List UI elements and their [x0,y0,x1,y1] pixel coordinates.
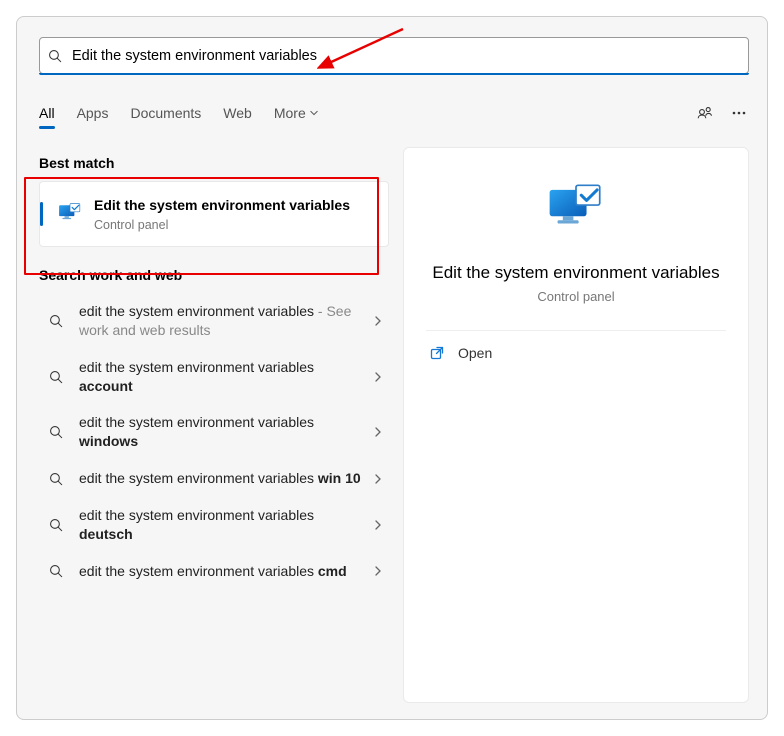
filter-tab-more[interactable]: More [274,99,318,127]
chevron-right-icon [373,474,383,484]
filter-tab-apps[interactable]: Apps [77,99,109,127]
search-icon [49,564,63,578]
chevron-right-icon [373,520,383,530]
search-icon [49,425,63,439]
detail-action-open[interactable]: Open [404,331,748,375]
search-icon [49,370,63,384]
search-bar[interactable] [39,37,749,74]
filter-tab-all[interactable]: All [39,99,55,127]
suggestion-item[interactable]: edit the system environment variables wi… [39,460,389,497]
open-external-icon [430,346,444,360]
search-icon [49,314,63,328]
detail-action-open-label: Open [458,345,492,361]
best-match-heading: Best match [39,155,389,171]
results-list: Best match Edit the system environment v… [39,145,389,590]
best-match-subtitle: Control panel [94,218,350,232]
detail-pane: Edit the system environment variables Co… [403,147,749,703]
more-options-icon[interactable] [731,105,747,121]
suggestion-text: edit the system environment variables wi… [79,469,365,488]
chevron-right-icon [373,566,383,576]
suggestion-item[interactable]: edit the system environment variables wi… [39,404,389,460]
chevron-right-icon [373,372,383,382]
control-panel-monitor-icon-large [547,182,605,240]
filter-tab-documents[interactable]: Documents [130,99,201,127]
chevron-right-icon [373,427,383,437]
suggestion-text: edit the system environment variables - … [79,302,365,340]
suggestion-list: edit the system environment variables - … [39,293,389,590]
suggestion-item[interactable]: edit the system environment variables ac… [39,349,389,405]
suggestion-item[interactable]: edit the system environment variables de… [39,497,389,553]
chevron-right-icon [373,316,383,326]
filter-tab-more-label: More [274,105,306,121]
best-match-text: Edit the system environment variables Co… [94,196,350,232]
suggestion-text: edit the system environment variables ac… [79,358,365,396]
chevron-down-icon [310,109,318,117]
suggestion-item[interactable]: edit the system environment variables cm… [39,553,389,590]
best-match-result[interactable]: Edit the system environment variables Co… [39,181,389,247]
search-window: All Apps Documents Web More B [16,16,768,720]
suggestion-item[interactable]: edit the system environment variables - … [39,293,389,349]
suggestion-text: edit the system environment variables wi… [79,413,365,451]
search-focus-underline [39,73,749,75]
search-icon [49,518,63,532]
search-icon [49,472,63,486]
control-panel-monitor-icon [58,202,82,226]
search-icon [48,49,62,63]
org-search-icon[interactable] [697,105,713,121]
filter-tab-web[interactable]: Web [223,99,252,127]
detail-title: Edit the system environment variables [404,263,748,283]
best-match-title: Edit the system environment variables [94,196,350,215]
detail-subtitle: Control panel [404,289,748,304]
filter-row: All Apps Documents Web More [39,95,749,131]
suggestion-text: edit the system environment variables de… [79,506,365,544]
suggestion-text: edit the system environment variables cm… [79,562,365,581]
search-web-heading: Search work and web [39,267,389,283]
search-input[interactable] [72,48,740,64]
